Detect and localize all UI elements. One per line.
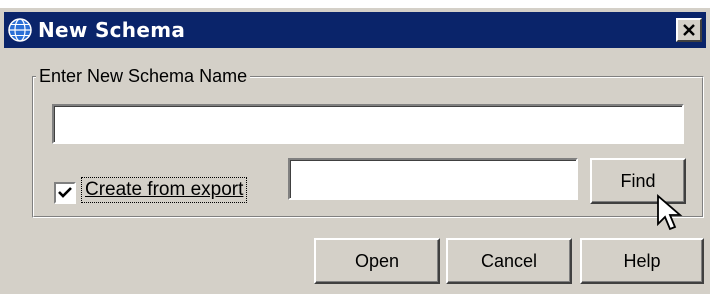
help-button[interactable]: Help xyxy=(580,238,704,284)
title-bar[interactable]: New Schema xyxy=(4,12,706,48)
close-icon xyxy=(683,24,695,36)
export-path-input[interactable] xyxy=(288,158,578,200)
create-from-export-checkbox[interactable] xyxy=(54,182,76,204)
group-legend: Enter New Schema Name xyxy=(36,66,251,87)
open-button[interactable]: Open xyxy=(314,238,440,284)
close-button[interactable] xyxy=(676,18,702,42)
create-from-export-label[interactable]: Create from export xyxy=(80,177,248,203)
schema-name-input[interactable] xyxy=(52,104,684,144)
globe-icon xyxy=(8,18,32,42)
checkmark-icon xyxy=(58,187,72,198)
mouse-pointer-icon xyxy=(657,194,683,231)
window-title: New Schema xyxy=(38,18,186,42)
new-schema-dialog: New Schema Enter New Schema Name Create … xyxy=(0,8,710,294)
cancel-button[interactable]: Cancel xyxy=(446,238,572,284)
